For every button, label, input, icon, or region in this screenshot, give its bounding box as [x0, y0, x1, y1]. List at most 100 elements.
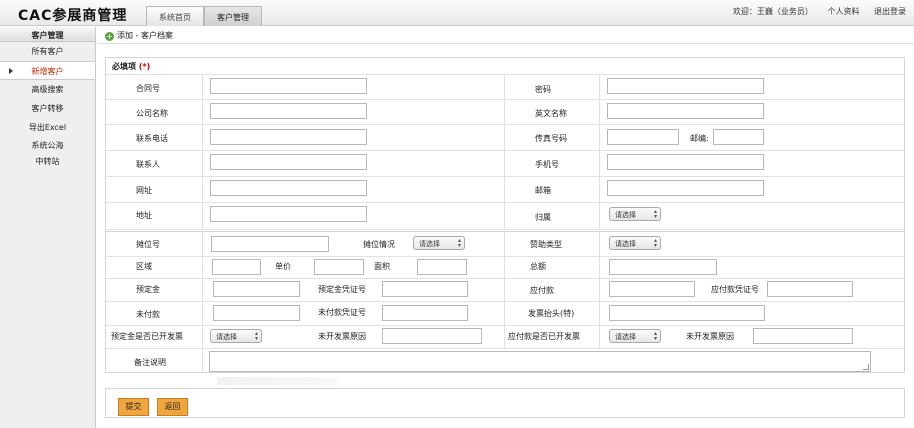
- label-booth-no: 摊位号: [136, 240, 160, 249]
- phone-input[interactable]: [210, 129, 367, 145]
- contact-input[interactable]: [210, 154, 367, 170]
- english-name-input[interactable]: [607, 103, 764, 119]
- sidebar-item-transfer[interactable]: 客户转移: [0, 99, 95, 118]
- label-unpaid-voucher: 未付款凭证号: [318, 308, 366, 317]
- divider: [106, 301, 904, 302]
- logout-link[interactable]: 退出登录: [874, 7, 906, 16]
- submit-button[interactable]: 提交: [118, 398, 149, 416]
- divider: [106, 99, 904, 100]
- total-input[interactable]: [609, 259, 717, 275]
- unpaid-input[interactable]: [213, 305, 300, 321]
- breadcrumb-text: 添加 - 客户档案: [117, 31, 173, 40]
- label-contract-no: 合同号: [136, 84, 160, 93]
- profile-link[interactable]: 个人资料: [827, 7, 859, 16]
- booth-no-input[interactable]: [211, 236, 329, 252]
- remarks-textarea[interactable]: [209, 351, 871, 372]
- sponsor-type-select[interactable]: 请选择 ▴ ▾: [609, 236, 661, 250]
- main-content: + 添加 - 客户档案 必填项 (*) 合同号 密码 公司名称 英文名称 联系电话…: [97, 27, 914, 428]
- divider: [599, 75, 600, 230]
- user-area: 欢迎：王巍（业务员） 个人资料 退出登录: [721, 6, 906, 17]
- label-deposit-voucher: 预定金凭证号: [318, 285, 366, 294]
- divider: [106, 202, 904, 203]
- label-payable-voucher: 应付款凭证号: [711, 285, 759, 294]
- postcode-input[interactable]: [713, 129, 764, 145]
- label-contact: 联系人: [136, 160, 160, 169]
- sidebar-title: 客户管理: [0, 27, 95, 42]
- divider: [106, 256, 904, 257]
- label-region: 区域: [136, 262, 152, 271]
- fax-input[interactable]: [607, 129, 679, 145]
- website-input[interactable]: [210, 180, 367, 196]
- label-no-invoice-reason: 未开发票原因: [318, 332, 366, 341]
- welcome-text: 欢迎：王巍（业务员）: [732, 7, 813, 16]
- select-arrow-icon: ▴ ▾: [457, 237, 461, 249]
- label-remarks: 备注说明: [134, 358, 166, 367]
- label-sponsor-type: 赞助类型: [530, 240, 562, 249]
- sidebar-item-transit[interactable]: 中转站: [0, 155, 95, 169]
- label-postcode: 邮编:: [690, 134, 709, 143]
- contract-no-input[interactable]: [210, 78, 367, 94]
- deposit-voucher-input[interactable]: [382, 281, 468, 297]
- select-arrow-icon: ▴ ▾: [653, 330, 657, 342]
- label-unit-price: 单价: [275, 262, 291, 271]
- sidebar-item-export-excel[interactable]: 导出Excel: [0, 118, 95, 137]
- divider: [504, 232, 505, 348]
- label-deposit-invoiced: 预定金是否已开发票: [111, 332, 183, 341]
- divider: [106, 348, 904, 349]
- label-phone: 联系电话: [136, 134, 168, 143]
- tab-customer-management[interactable]: 客户管理: [204, 6, 262, 26]
- divider: [97, 43, 914, 44]
- top-bar: CAC参展商管理 系统首页 客户管理 欢迎：王巍（业务员） 个人资料 退出登录: [0, 0, 914, 26]
- divider: [504, 75, 505, 230]
- label-company-name: 公司名称: [136, 109, 168, 118]
- tab-home[interactable]: 系统首页: [146, 6, 204, 26]
- select-arrow-icon: ▴ ▾: [653, 237, 657, 249]
- sidebar-item-advanced-search[interactable]: 高级搜索: [0, 80, 95, 99]
- divider: [106, 278, 904, 279]
- label-area: 面积: [374, 262, 390, 271]
- label-email: 邮箱: [535, 186, 551, 195]
- label-payable: 应付款: [530, 286, 554, 295]
- sidebar-item-all-customers[interactable]: 所有客户: [0, 42, 95, 61]
- no-invoice-reason-input[interactable]: [382, 328, 482, 344]
- sidebar: 客户管理 所有客户 新增客户 高级搜索 客户转移 导出Excel 系统公海 中转…: [0, 27, 96, 428]
- label-unpaid: 未付款: [136, 310, 160, 319]
- address-input[interactable]: [210, 206, 367, 222]
- payable-input[interactable]: [609, 281, 695, 297]
- label-payable-invoiced: 应付款是否已开发票: [508, 332, 580, 341]
- divider: [106, 176, 904, 177]
- deposit-input[interactable]: [213, 281, 300, 297]
- decorative-strip: [217, 377, 337, 385]
- select-arrow-icon: ▴ ▾: [254, 330, 258, 342]
- divider: [106, 325, 904, 326]
- company-name-input[interactable]: [210, 103, 367, 119]
- unpaid-voucher-input[interactable]: [382, 305, 468, 321]
- label-no-invoice-reason-2: 未开发票原因: [686, 332, 734, 341]
- password-input[interactable]: [607, 78, 764, 94]
- select-arrow-icon: ▴ ▾: [653, 208, 657, 220]
- label-fax: 传真号码: [535, 134, 567, 143]
- deposit-invoiced-select[interactable]: 请选择 ▴ ▾: [210, 329, 262, 343]
- region-input[interactable]: [212, 259, 261, 275]
- email-input[interactable]: [607, 180, 764, 196]
- label-website: 网址: [136, 186, 152, 195]
- divider: [202, 232, 203, 374]
- sidebar-item-public-pool[interactable]: 系统公海: [0, 137, 95, 155]
- no-invoice-reason-2-input[interactable]: [753, 328, 853, 344]
- divider: [106, 229, 904, 230]
- payable-voucher-input[interactable]: [767, 281, 853, 297]
- unit-price-input[interactable]: [314, 259, 364, 275]
- payable-invoiced-select[interactable]: 请选择 ▴ ▾: [609, 329, 661, 343]
- divider: [106, 150, 904, 151]
- invoice-title-input[interactable]: [609, 305, 765, 321]
- back-button[interactable]: 返回: [157, 398, 188, 416]
- label-deposit: 预定金: [136, 285, 160, 294]
- label-invoice-title: 发票抬头(特): [528, 309, 575, 318]
- divider: [599, 232, 600, 348]
- area-input[interactable]: [417, 259, 467, 275]
- sidebar-item-new-customer[interactable]: 新增客户: [0, 61, 95, 80]
- mobile-input[interactable]: [607, 154, 764, 170]
- divider: [106, 124, 904, 125]
- owner-select[interactable]: 请选择 ▴ ▾: [609, 207, 661, 221]
- booth-status-select[interactable]: 请选择 ▴ ▾: [413, 236, 465, 250]
